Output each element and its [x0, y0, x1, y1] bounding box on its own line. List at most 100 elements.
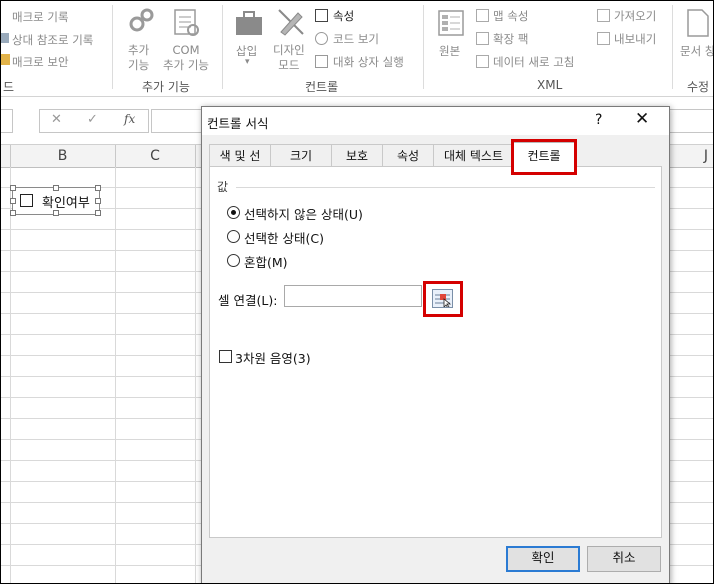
- expansion-pack-icon: [476, 32, 489, 45]
- radio-unchecked-label: 선택하지 않은 상태(U): [244, 207, 363, 222]
- map-properties-button[interactable]: 맵 속성: [493, 8, 528, 24]
- cell-link-input[interactable]: [284, 285, 422, 307]
- checkbox-square-icon: [20, 194, 33, 207]
- insert-function-icon[interactable]: fx: [124, 112, 135, 126]
- dialog-title: 컨트롤 서식: [207, 116, 269, 131]
- group-label-code: 드: [3, 80, 15, 94]
- formula-buttons: ✕ ✓ fx: [39, 109, 149, 133]
- warning-icon: [1, 54, 10, 65]
- import-button[interactable]: 가져오기: [614, 8, 656, 24]
- radio-mixed-label: 혼합(M): [244, 255, 288, 270]
- view-code-button[interactable]: 코드 보기: [333, 31, 379, 47]
- dialog-title-bar[interactable]: 컨트롤 서식 ? ✕: [202, 107, 669, 135]
- confirm-entry-icon[interactable]: ✓: [87, 112, 98, 127]
- group-label-controls: 컨트롤: [305, 80, 339, 94]
- export-button[interactable]: 내보내기: [614, 31, 656, 47]
- name-box[interactable]: [1, 109, 13, 133]
- resize-handle[interactable]: [95, 185, 101, 191]
- sheet-checkbox-control[interactable]: 확인여부: [10, 185, 101, 216]
- radio-circle-icon: [227, 230, 240, 243]
- sheet-checkbox-label: 확인여부: [42, 196, 90, 211]
- addins-label-line1: 추가: [128, 43, 150, 57]
- cell-link-label: 셀 연결(L):: [218, 293, 278, 308]
- document-panel-button[interactable]: 문서 창: [680, 43, 713, 59]
- com-addins-icon: [174, 9, 199, 36]
- radio-mixed[interactable]: 혼합(M): [227, 252, 427, 270]
- tab-size[interactable]: 크기: [270, 144, 332, 167]
- relative-reference-icon: [1, 33, 9, 43]
- group-label-xml: XML: [537, 78, 563, 92]
- resize-handle[interactable]: [10, 198, 16, 204]
- group-separator: [672, 5, 673, 89]
- com-addins-label-line1: COM: [172, 43, 200, 57]
- gridline: [195, 167, 196, 583]
- insert-toolbox-icon: [236, 11, 262, 35]
- shading-3d-checkbox[interactable]: 3차원 음영(3): [219, 348, 419, 366]
- value-section-label: 값: [217, 180, 229, 194]
- format-control-dialog: 컨트롤 서식 ? ✕ 색 및 선 크기 보호 속성 대체 텍스트 컨트롤 값 선…: [201, 106, 670, 583]
- resize-handle[interactable]: [10, 210, 16, 216]
- group-label-modify: 수정: [687, 80, 710, 94]
- run-dialog-button[interactable]: 대화 상자 실행: [333, 54, 404, 70]
- record-macro-button[interactable]: 매크로 기록: [12, 9, 69, 25]
- xml-source-icon: [438, 10, 464, 36]
- control-tab-panel: 값 선택하지 않은 상태(U) 선택한 상태(C) 혼합(M) 셀 연결(L):: [209, 166, 662, 538]
- radio-selected-dot-icon: [231, 210, 236, 215]
- radio-circle-icon: [227, 254, 240, 267]
- resize-handle[interactable]: [95, 198, 101, 204]
- gridline: [10, 167, 11, 583]
- com-addins-button[interactable]: COM 추가 기능: [163, 43, 209, 73]
- design-mode-label-line2: 모드: [278, 58, 300, 72]
- export-icon: [597, 32, 610, 45]
- radio-circle-icon: [227, 206, 240, 219]
- tab-colors-lines[interactable]: 색 및 선: [209, 144, 271, 167]
- help-button[interactable]: ?: [595, 112, 602, 128]
- column-header-j[interactable]: J: [691, 145, 713, 167]
- column-header-b[interactable]: B: [10, 145, 115, 167]
- tab-protection[interactable]: 보호: [331, 144, 383, 167]
- import-icon: [597, 9, 610, 22]
- xml-source-button[interactable]: 원본: [439, 43, 460, 59]
- group-separator: [423, 5, 424, 89]
- group-separator: [112, 5, 113, 89]
- chevron-down-icon: ▾: [245, 57, 250, 67]
- tab-alt-text[interactable]: 대체 텍스트: [433, 144, 514, 167]
- ribbon: 매크로 기록 상대 참조로 기록 매크로 보안 드 추가 기능 COM 추가 기…: [1, 1, 713, 97]
- group-label-addins: 추가 기능: [142, 80, 190, 94]
- view-code-icon: [315, 32, 328, 45]
- relative-reference-button[interactable]: 상대 참조로 기록: [12, 32, 93, 48]
- addins-button[interactable]: 추가 기능: [128, 43, 149, 73]
- column-header-c[interactable]: C: [115, 145, 195, 167]
- expansion-packs-button[interactable]: 확장 팩: [493, 31, 528, 47]
- cell-reference-picker-button[interactable]: [423, 281, 463, 317]
- radio-checked-label: 선택한 상태(C): [244, 231, 324, 246]
- design-mode-icon: [278, 9, 304, 36]
- com-addins-label-line2: 추가 기능: [163, 58, 209, 72]
- group-separator: [222, 5, 223, 89]
- design-mode-button[interactable]: 디자인 모드: [273, 43, 305, 73]
- properties-button[interactable]: 속성: [333, 8, 354, 24]
- cancel-button[interactable]: 취소: [587, 546, 661, 572]
- close-icon[interactable]: ✕: [635, 109, 649, 129]
- radio-unchecked[interactable]: 선택하지 않은 상태(U): [227, 204, 427, 222]
- resize-handle[interactable]: [53, 185, 59, 191]
- resize-handle[interactable]: [95, 210, 101, 216]
- addins-gear-icon: [129, 8, 154, 32]
- run-dialog-icon: [315, 55, 328, 68]
- cancel-entry-icon[interactable]: ✕: [51, 112, 62, 127]
- resize-handle[interactable]: [10, 185, 16, 191]
- radio-checked[interactable]: 선택한 상태(C): [227, 228, 427, 246]
- ok-button[interactable]: 확인: [506, 546, 580, 572]
- document-panel-icon: [687, 9, 709, 37]
- macro-security-button[interactable]: 매크로 보안: [12, 54, 69, 70]
- excel-window: 매크로 기록 상대 참조로 기록 매크로 보안 드 추가 기능 COM 추가 기…: [0, 0, 714, 584]
- shading-3d-label: 3차원 음영(3): [235, 351, 311, 366]
- tab-control[interactable]: 컨트롤: [513, 142, 575, 168]
- refresh-data-button[interactable]: 데이터 새로 고침: [493, 54, 574, 70]
- gridline: [115, 167, 116, 583]
- design-mode-label-line1: 디자인: [273, 43, 305, 57]
- properties-icon: [315, 9, 328, 22]
- column-divider: [195, 145, 196, 167]
- tab-properties[interactable]: 속성: [382, 144, 434, 167]
- checkbox-square-icon: [219, 350, 232, 363]
